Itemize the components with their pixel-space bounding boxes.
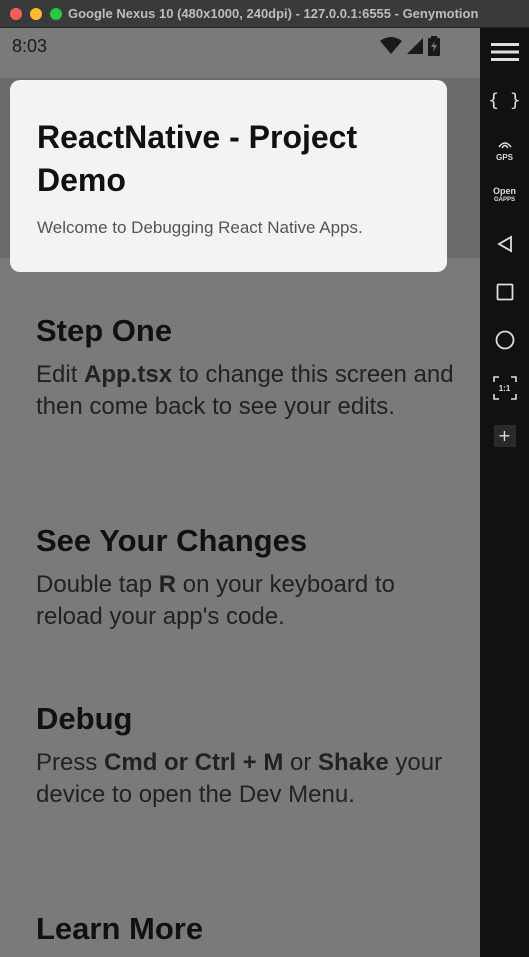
more-button[interactable]: +	[480, 412, 529, 460]
wifi-icon	[380, 37, 402, 54]
section-title: Step One	[36, 313, 173, 348]
back-triangle-icon	[496, 235, 512, 253]
braces-icon: { }	[488, 89, 521, 111]
section-title: Debug	[36, 701, 133, 736]
gps-icon: GPS	[496, 134, 513, 162]
open-gapps-icon: Open GAPPS	[493, 187, 516, 205]
body-text: Press	[36, 749, 105, 776]
recent-apps-button[interactable]	[480, 268, 529, 316]
gps-label: GPS	[496, 153, 513, 162]
gps-button[interactable]: GPS	[480, 124, 529, 172]
section-learn-more: Learn More	[36, 909, 456, 949]
scale-button[interactable]: 1:1	[480, 364, 529, 412]
emphasized-text: Cmd or Ctrl + M	[104, 749, 284, 776]
menu-button[interactable]	[480, 28, 529, 76]
battery-icon	[428, 36, 440, 56]
status-time: 8:03	[12, 36, 48, 56]
home-button[interactable]	[480, 316, 529, 364]
gapps-label: GAPPS	[493, 197, 515, 203]
open-gapps-button[interactable]: Open GAPPS	[480, 172, 529, 220]
window-title: Google Nexus 10 (480x1000, 240dpi) - 127…	[68, 6, 479, 21]
section-title: Learn More	[36, 911, 204, 946]
section-step-one: Step One Edit App.tsx to change this scr…	[36, 311, 456, 423]
section-body: Press Cmd or Ctrl + M or Shake your devi…	[36, 747, 456, 811]
circle-icon	[495, 330, 514, 350]
maximize-window-button[interactable]	[50, 8, 62, 20]
status-icons	[380, 36, 440, 56]
section-debug: Debug Press Cmd or Ctrl + M or Shake you…	[36, 699, 456, 811]
back-button[interactable]	[480, 220, 529, 268]
emulator-toolbar: { } GPS Open GAPPS 1:1 +	[480, 28, 529, 957]
close-window-button[interactable]	[10, 8, 22, 20]
device-screen: 8:03 ReactNative - Project Demo Welcome …	[0, 28, 480, 957]
window-title-bar: Google Nexus 10 (480x1000, 240dpi) - 127…	[0, 0, 529, 28]
signal-icon	[407, 38, 423, 54]
section-title: See Your Changes	[36, 523, 308, 558]
window-controls	[10, 8, 62, 20]
hamburger-icon	[490, 43, 519, 61]
plus-icon: +	[493, 425, 516, 447]
section-body: Double tap R on your keyboard to reload …	[36, 569, 456, 633]
header-card: ReactNative - Project Demo Welcome to De…	[10, 80, 447, 272]
section-see-your-changes: See Your Changes Double tap R on your ke…	[36, 521, 456, 633]
body-text: or	[283, 749, 319, 776]
emphasized-text: R	[158, 571, 177, 598]
android-status-bar: 8:03	[0, 28, 480, 64]
minimize-window-button[interactable]	[30, 8, 42, 20]
body-text: Edit	[36, 361, 85, 388]
scale-label: 1:1	[498, 384, 511, 393]
section-body: Edit App.tsx to change this screen and t…	[36, 359, 456, 423]
page-title: ReactNative - Project Demo	[37, 119, 358, 198]
emphasized-text: Shake	[318, 749, 389, 776]
fit-scale-icon: 1:1	[492, 376, 517, 400]
body-text: Double tap	[36, 571, 159, 598]
open-label: Open	[492, 186, 516, 196]
square-icon	[496, 283, 513, 301]
page-subtitle: Welcome to Debugging React Native Apps.	[37, 218, 363, 237]
emphasized-text: App.tsx	[84, 361, 173, 388]
dev-tools-button[interactable]: { }	[480, 76, 529, 124]
